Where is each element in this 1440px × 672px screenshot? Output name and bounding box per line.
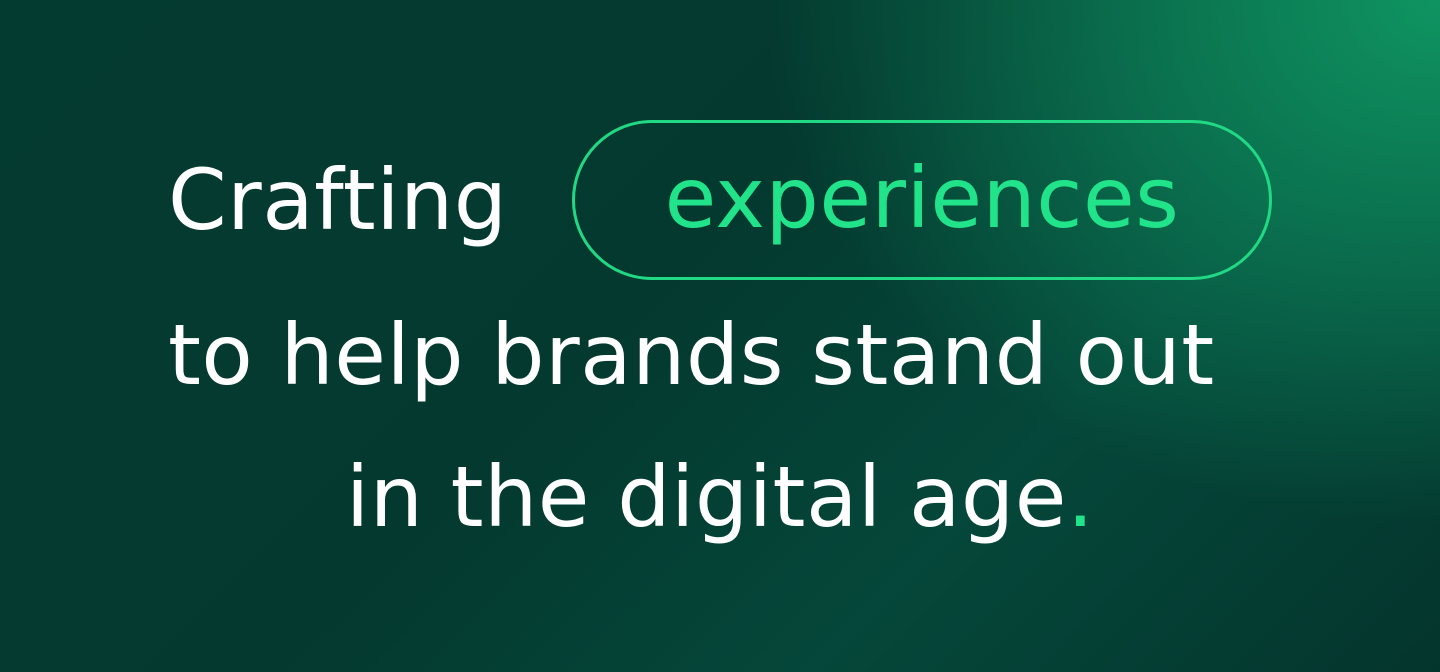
headline-line-3: in the digital age. [0, 447, 1440, 547]
accent-period: . [1066, 448, 1095, 546]
highlight-pill: experiences [572, 120, 1272, 280]
headline-lead-word: Crafting [168, 151, 508, 249]
hero-section: Crafting experiences to help brands stan… [0, 0, 1440, 672]
headline-line-3-text: in the digital age [345, 448, 1067, 546]
headline-line-1: Crafting [168, 150, 508, 254]
headline-line-2-text: to help brands stand out [168, 306, 1215, 404]
headline-line-2: to help brands stand out [168, 305, 1272, 405]
highlight-word: experiences [664, 149, 1180, 247]
